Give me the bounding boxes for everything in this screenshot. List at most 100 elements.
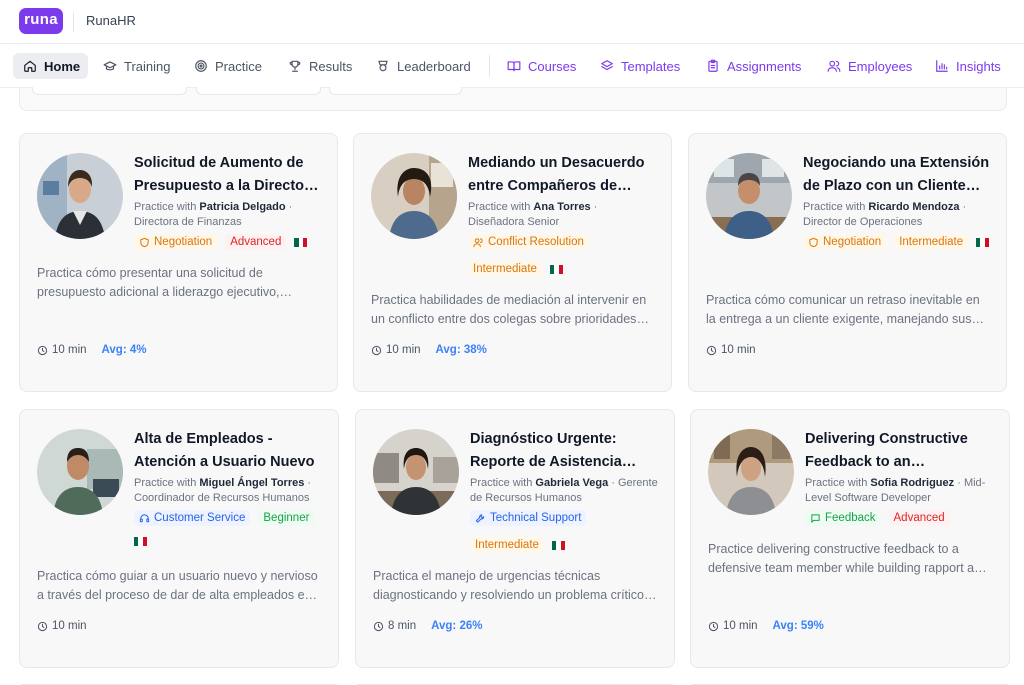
duration: 10 min bbox=[723, 620, 758, 632]
users-icon bbox=[473, 237, 483, 247]
persona-role: Coordinador de Recursos Humanos bbox=[134, 492, 310, 504]
award-icon bbox=[378, 60, 388, 72]
mexico-flag-icon bbox=[549, 264, 563, 274]
logo-divider bbox=[73, 12, 74, 32]
nav-home[interactable]: Home bbox=[13, 53, 88, 79]
difficulty-tag: Intermediate bbox=[468, 261, 542, 277]
practice-prefix: Practice with bbox=[134, 201, 197, 213]
card-persona: Practice with Miguel Ángel Torres · Coor… bbox=[134, 477, 312, 504]
card-description: Practica cómo guiar a un usuario nuevo y… bbox=[37, 569, 318, 602]
layers-icon bbox=[601, 60, 613, 71]
avatar bbox=[37, 429, 123, 515]
card-tags: Technical Support Intermediate bbox=[470, 510, 660, 553]
category-tag-label: Negotiation bbox=[823, 236, 882, 248]
card-tags: Negotiation Advanced bbox=[134, 234, 323, 250]
filter-dropdown[interactable] bbox=[329, 87, 462, 95]
card-persona: Practice with Sofia Rodriguez · Mid-Leve… bbox=[805, 477, 986, 504]
shield-icon bbox=[140, 237, 149, 247]
avg-score: Avg: 59% bbox=[772, 620, 824, 632]
card-title: Solicitud de Aumento de Presupuesto a la… bbox=[134, 155, 318, 194]
persona-role: Directora de Finanzas bbox=[134, 216, 242, 228]
persona-name: Sofia Rodriguez bbox=[870, 477, 955, 489]
nav-insights[interactable]: Insights bbox=[925, 53, 1011, 79]
shield-icon bbox=[809, 237, 818, 247]
nav-practice[interactable]: Practice bbox=[184, 53, 272, 79]
scenario-card[interactable]: Delivering Constructive Feedback to an U… bbox=[690, 409, 1010, 668]
mexico-flag-icon bbox=[551, 540, 565, 550]
card-tags: Feedback Advanced bbox=[805, 510, 995, 526]
category-tag-label: Customer Service bbox=[154, 512, 246, 524]
users-icon bbox=[827, 60, 841, 72]
nav-employees[interactable]: Employees bbox=[817, 53, 922, 79]
avg-score: Avg: 4% bbox=[101, 344, 147, 356]
duration: 10 min bbox=[52, 344, 87, 356]
card-footer: 10 min bbox=[706, 344, 756, 356]
clipboard-icon bbox=[708, 59, 718, 72]
nav-leaderboard-label: Leaderboard bbox=[397, 58, 471, 74]
scenario-card[interactable]: Solicitud de Aumento de Presupuesto a la… bbox=[19, 133, 338, 392]
nav-assignments-label: Assignments bbox=[727, 58, 802, 74]
card-description: Practica habilidades de mediación al int… bbox=[371, 293, 647, 326]
card-persona: Practice with Ricardo Mendoza · Director… bbox=[803, 201, 967, 228]
filter-dropdown[interactable] bbox=[196, 87, 321, 95]
avatar bbox=[373, 429, 459, 515]
nav-leaderboard[interactable]: Leaderboard bbox=[366, 53, 481, 79]
category-tag: Technical Support bbox=[470, 510, 587, 526]
top-bar: runa RunaHR bbox=[0, 0, 1024, 44]
graduation-cap-icon bbox=[103, 61, 117, 71]
practice-prefix: Practice with bbox=[470, 477, 533, 489]
duration: 10 min bbox=[52, 620, 87, 632]
scenario-card[interactable]: Diagnóstico Urgente: Reporte de Asistenc… bbox=[355, 409, 675, 668]
duration: 10 min bbox=[386, 344, 421, 356]
scenario-card[interactable]: Mediando un Desacuerdo entre Compañeros … bbox=[353, 133, 672, 392]
practice-prefix: Practice with bbox=[468, 201, 531, 213]
runa-logo[interactable]: runa bbox=[19, 8, 63, 34]
category-tag: Conflict Resolution bbox=[468, 234, 589, 250]
category-tag: Customer Service bbox=[134, 510, 251, 526]
card-title: Delivering Constructive Feedback to an U… bbox=[805, 431, 968, 470]
card-footer: 10 min bbox=[37, 620, 87, 632]
nav-practice-label: Practice bbox=[215, 58, 262, 74]
avatar bbox=[706, 153, 792, 239]
card-footer: 8 min Avg: 26% bbox=[373, 620, 482, 632]
category-tag-label: Technical Support bbox=[490, 512, 582, 524]
category-tag-label: Conflict Resolution bbox=[488, 236, 584, 248]
message-icon bbox=[811, 513, 820, 523]
card-persona: Practice with Patricia Delgado · Directo… bbox=[134, 201, 293, 228]
nav-divider bbox=[489, 55, 490, 77]
card-title: Alta de Empleados - Atención a Usuario N… bbox=[134, 431, 315, 470]
category-tag: Negotiation bbox=[134, 234, 218, 250]
card-title: Negociando una Extensión de Plazo con un… bbox=[803, 155, 990, 194]
nav-templates[interactable]: Templates bbox=[590, 53, 690, 79]
duration: 8 min bbox=[388, 620, 417, 632]
scenario-card[interactable]: Alta de Empleados - Atención a Usuario N… bbox=[19, 409, 339, 668]
card-persona: Practice with Ana Torres · Diseñadora Se… bbox=[468, 201, 598, 228]
mexico-flag-icon bbox=[134, 537, 147, 546]
scenario-card[interactable]: Negociando una Extensión de Plazo con un… bbox=[688, 133, 1007, 392]
card-description: Practica cómo presentar una solicitud de… bbox=[37, 266, 280, 299]
card-footer: 10 min Avg: 38% bbox=[371, 344, 487, 356]
nav-insights-label: Insights bbox=[956, 58, 1001, 74]
card-description: Practice delivering constructive feedbac… bbox=[708, 542, 989, 575]
nav-training[interactable]: Training bbox=[93, 53, 180, 79]
avatar bbox=[37, 153, 123, 239]
card-description: Practica cómo comunicar un retraso inevi… bbox=[706, 293, 980, 326]
nav-assignments[interactable]: Assignments bbox=[696, 53, 811, 79]
filter-dropdown[interactable] bbox=[32, 87, 187, 95]
avatar bbox=[371, 153, 457, 239]
avg-score: Avg: 38% bbox=[435, 344, 487, 356]
filter-panel bbox=[19, 87, 1007, 111]
trophy-icon bbox=[289, 60, 301, 72]
bar-chart-icon bbox=[936, 60, 948, 72]
category-tag: Feedback bbox=[805, 510, 881, 526]
nav-results[interactable]: Results bbox=[278, 53, 362, 79]
card-tags: Conflict Resolution Intermediate bbox=[468, 234, 657, 277]
difficulty-tag: Beginner bbox=[258, 510, 315, 526]
clock-icon bbox=[708, 621, 719, 631]
nav-templates-label: Templates bbox=[621, 58, 681, 74]
target-icon bbox=[195, 60, 207, 72]
practice-prefix: Practice with bbox=[805, 477, 868, 489]
category-tag: Negotiation bbox=[803, 234, 887, 250]
nav-courses[interactable]: Courses bbox=[497, 53, 586, 79]
main-nav: Home Training Practice Results Leaderboa… bbox=[0, 44, 1024, 88]
